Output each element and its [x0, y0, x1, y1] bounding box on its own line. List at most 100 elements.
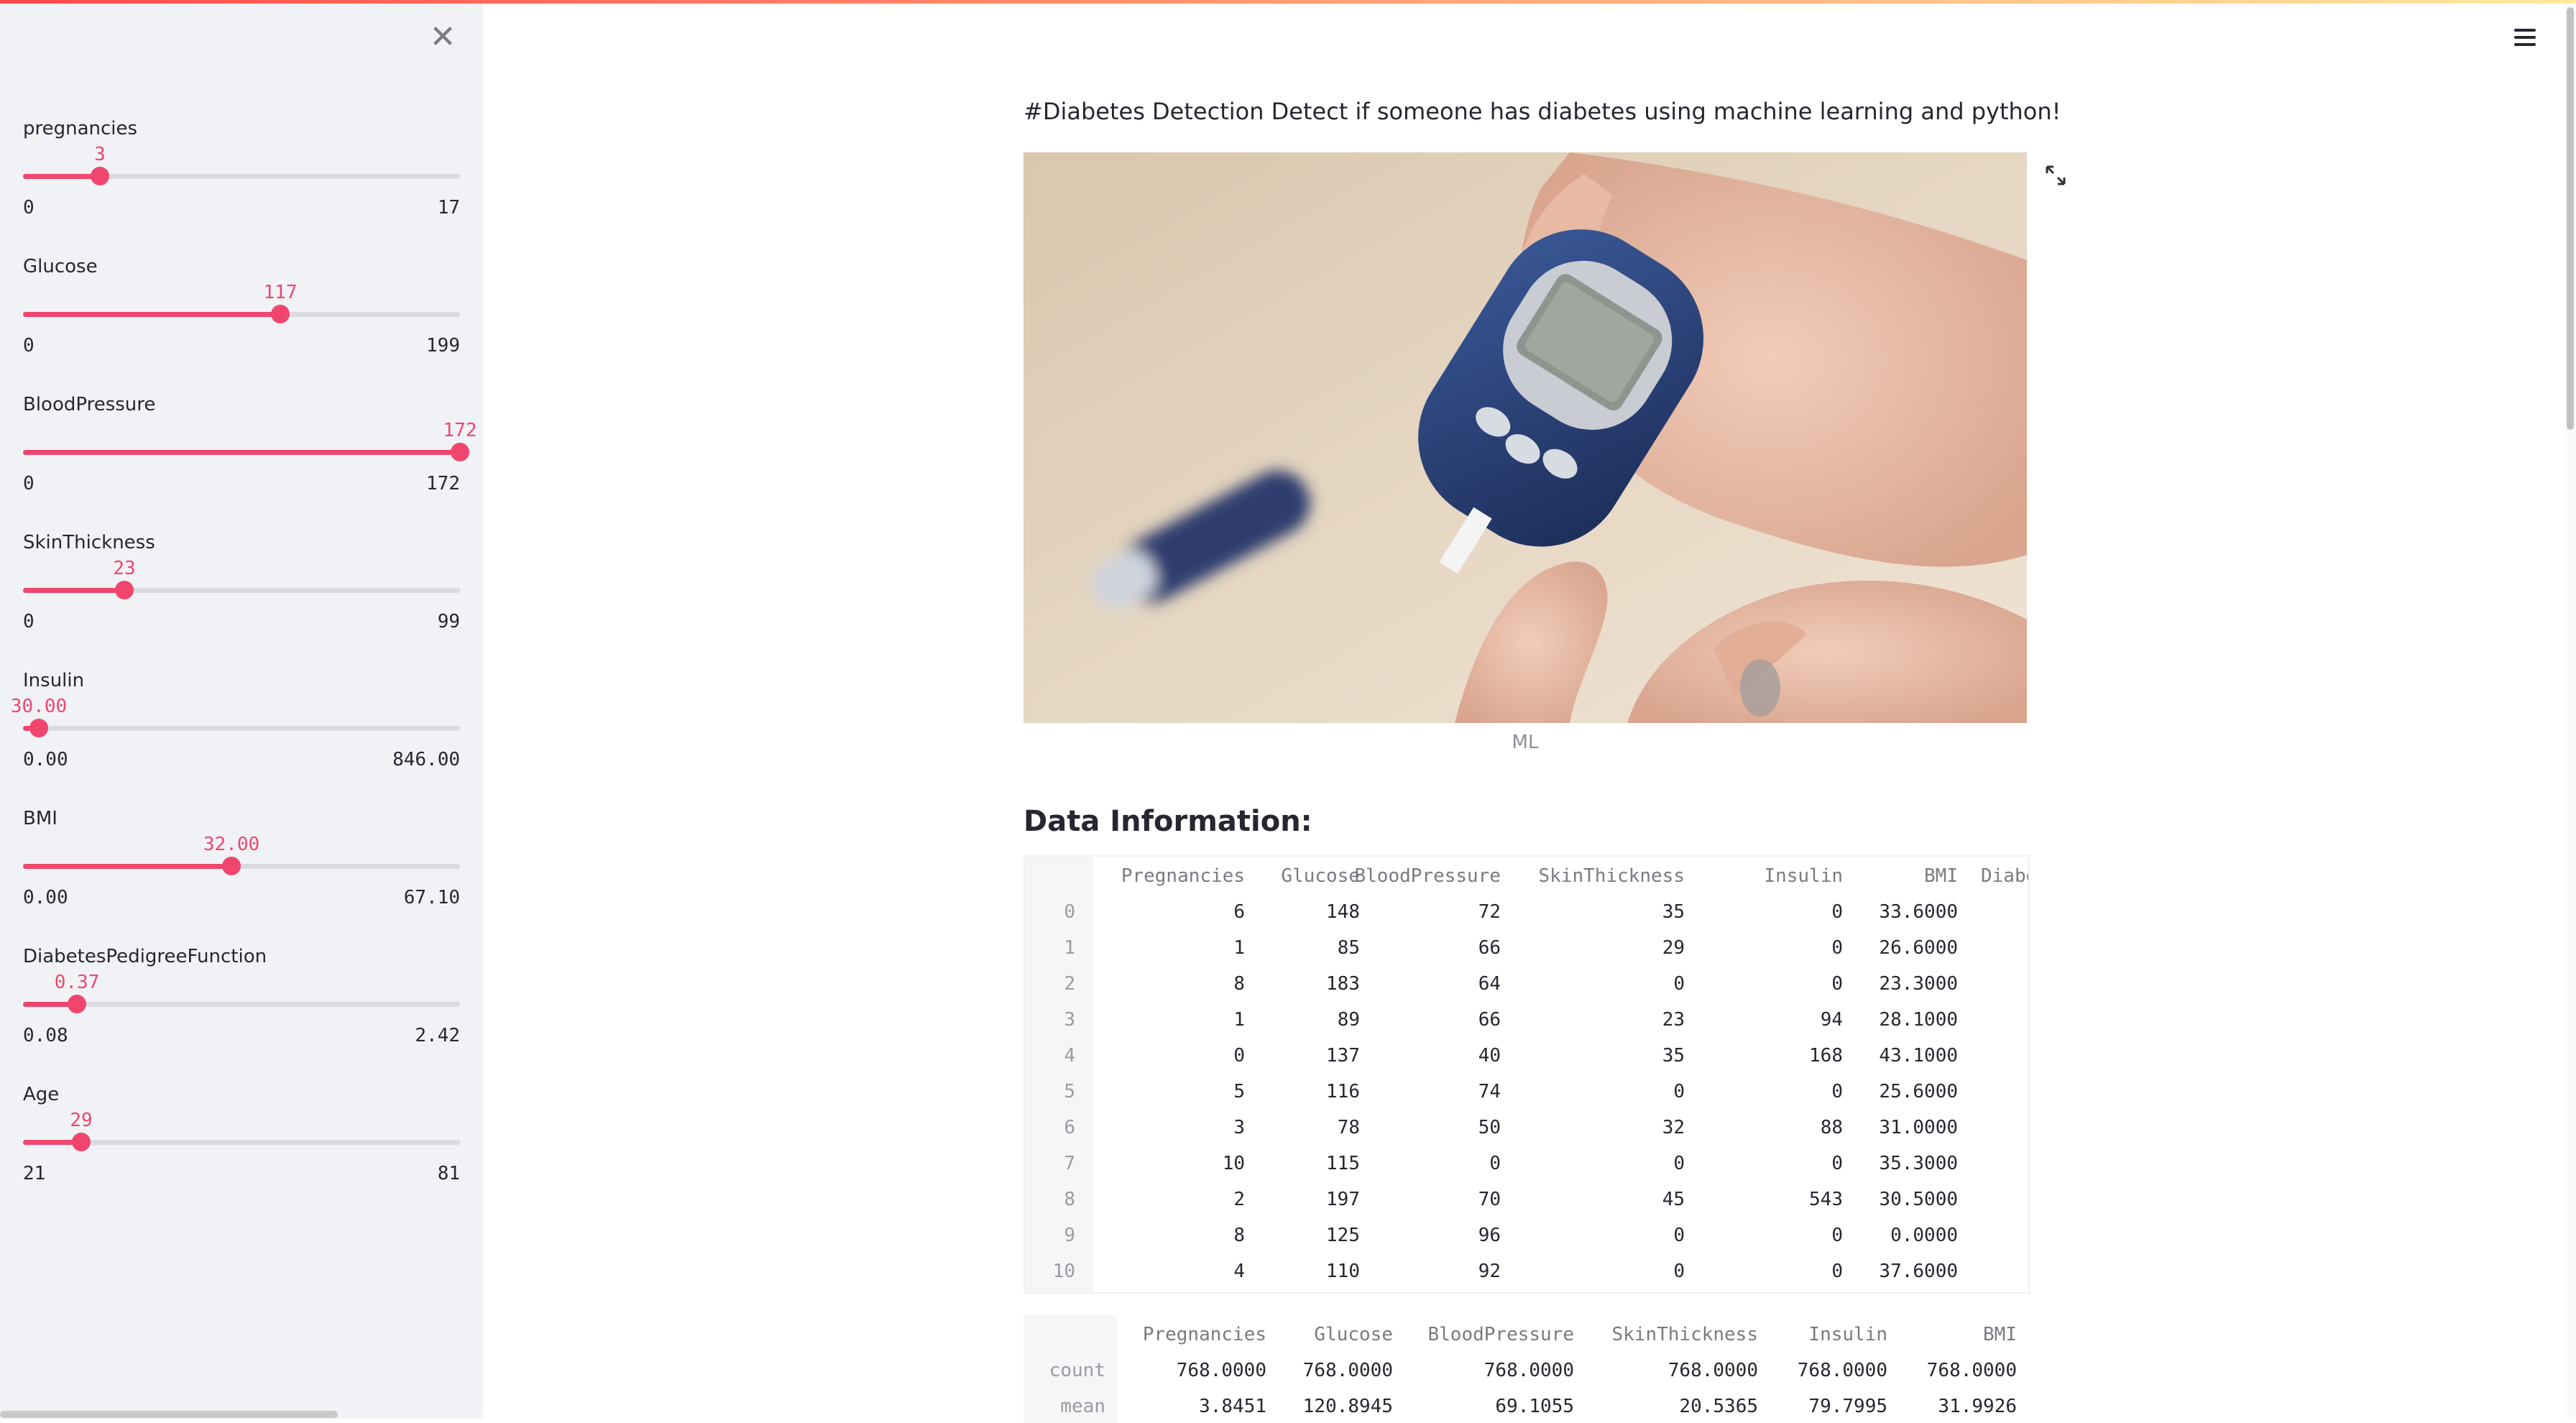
- slider-bmi[interactable]: BMI 32.00 0.00 67.10: [23, 808, 460, 937]
- table-cell: 0: [1673, 1081, 1685, 1102]
- slider-insulin[interactable]: Insulin 30.00 0.00 846.00: [11, 670, 460, 799]
- slider-thumb[interactable]: [91, 167, 109, 185]
- table-cell: 66: [1478, 937, 1501, 959]
- column-header[interactable]: BloodPressure: [1355, 865, 1501, 887]
- table-row[interactable]: count 768.0000 768.0000 768.0000 768.0000 768…: [1024, 1351, 2027, 1387]
- table-cell: 2: [1233, 1189, 1245, 1210]
- row-index: 9: [1064, 1225, 1075, 1246]
- row-index: 2: [1064, 973, 1075, 995]
- slider-thumb[interactable]: [68, 995, 86, 1013]
- table-cell: 28.1000: [1879, 1009, 1958, 1031]
- column-header[interactable]: BMI: [1924, 865, 1958, 887]
- table-cell: 120.8945: [1302, 1396, 1393, 1417]
- table-row[interactable]: 9 8 125 96 0 0 0.0000: [1025, 1216, 2028, 1252]
- column-header[interactable]: Insulin: [1808, 1324, 1887, 1345]
- table-cell: 23.3000: [1879, 973, 1958, 995]
- column-header[interactable]: Diabe: [1981, 865, 2028, 887]
- slider-track[interactable]: [23, 581, 460, 599]
- table-cell: 32: [1662, 1117, 1685, 1138]
- slider-skinthickness[interactable]: SkinThickness 23 0 99: [23, 532, 460, 661]
- slider-thumb[interactable]: [29, 719, 48, 737]
- close-icon[interactable]: ✕: [426, 20, 460, 55]
- slider-value: 172: [443, 420, 477, 441]
- table-row[interactable]: 3 1 89 66 23 94 28.1000: [1025, 1000, 2028, 1036]
- slider-min: 0.00: [23, 749, 68, 770]
- slider-diabetespedigreefunction[interactable]: DiabetesPedigreeFunction 0.37 0.08 2.42: [23, 946, 460, 1075]
- table-row[interactable]: 4 0 137 40 35 168 43.1000: [1025, 1036, 2028, 1072]
- slider-age[interactable]: Age 29 21 81: [23, 1084, 460, 1213]
- table-row[interactable]: mean 3.8451 120.8945 69.1055 20.5365 79.7995 3…: [1024, 1387, 2027, 1423]
- table-cell: 116: [1326, 1081, 1360, 1102]
- describe-table[interactable]: Pregnancies Glucose BloodPressure SkinThick…: [1024, 1315, 2027, 1423]
- table-row[interactable]: 10 4 110 92 0 0 37.6000: [1025, 1252, 2028, 1288]
- slider-thumb[interactable]: [115, 581, 134, 599]
- slider-fill: [23, 864, 231, 869]
- table-cell: 0: [1831, 1225, 1843, 1246]
- slider-thumb[interactable]: [222, 857, 241, 875]
- column-header[interactable]: Glucose: [1281, 865, 1360, 887]
- table-row[interactable]: 2 8 183 64 0 0 23.3000: [1025, 964, 2028, 1000]
- table-cell: 768.0000: [1797, 1360, 1887, 1381]
- slider-track[interactable]: [23, 443, 469, 461]
- slider-track[interactable]: [23, 167, 460, 185]
- slider-min: 21: [23, 1163, 46, 1184]
- slider-value: 117: [263, 282, 298, 303]
- sidebar: ✕ pregnancies 3 0 17 Glucose 117 0 199 BloodPres…: [0, 0, 483, 1419]
- table-cell: 0: [1831, 973, 1843, 995]
- slider-glucose[interactable]: Glucose 117 0 199: [23, 256, 460, 385]
- table-cell: 3.8451: [1199, 1396, 1266, 1417]
- slider-thumb[interactable]: [72, 1133, 91, 1151]
- slider-max: 172: [426, 473, 460, 494]
- table-cell: 110: [1326, 1261, 1360, 1282]
- table-cell: 768.0000: [1176, 1360, 1266, 1381]
- column-header[interactable]: Pregnancies: [1143, 1324, 1266, 1345]
- column-header[interactable]: Glucose: [1314, 1324, 1393, 1345]
- row-index: 4: [1064, 1045, 1075, 1067]
- slider-max: 846.00: [392, 749, 460, 770]
- slider-track[interactable]: [23, 305, 460, 323]
- column-header[interactable]: Pregnancies: [1121, 865, 1245, 887]
- slider-min: 0: [23, 611, 34, 632]
- table-row[interactable]: 1 1 85 66 29 0 26.6000: [1025, 929, 2028, 964]
- data-table[interactable]: Pregnancies Glucose BloodPressure SkinThick…: [1024, 855, 2030, 1294]
- column-header[interactable]: SkinThickness: [1539, 865, 1685, 887]
- column-header[interactable]: BloodPressure: [1428, 1324, 1575, 1345]
- table-cell: 35: [1662, 901, 1685, 923]
- column-header[interactable]: SkinThickness: [1612, 1324, 1759, 1345]
- column-header[interactable]: BMI: [1983, 1324, 2017, 1345]
- table-cell: 31.9926: [1938, 1396, 2017, 1417]
- table-cell: 0: [1673, 1225, 1685, 1246]
- table-row[interactable]: 8 2 197 70 45 543 30.5000: [1025, 1180, 2028, 1216]
- table-cell: 0: [1673, 1261, 1685, 1282]
- table-cell: 89: [1337, 1009, 1360, 1031]
- slider-pregnancies[interactable]: pregnancies 3 0 17: [23, 118, 460, 247]
- table-cell: 78: [1337, 1117, 1360, 1138]
- expand-icon[interactable]: [2043, 162, 2069, 188]
- slider-track[interactable]: [23, 857, 460, 875]
- slider-track[interactable]: [23, 719, 460, 737]
- image-caption: ML: [1512, 732, 1539, 753]
- table-cell: 0: [1673, 973, 1685, 995]
- table-cell: 94: [1820, 1009, 1843, 1031]
- table-row[interactable]: 0 6 148 72 35 0 33.6000: [1025, 893, 2028, 929]
- scrollbar-thumb[interactable]: [2567, 7, 2574, 430]
- slider-value: 32.00: [203, 834, 260, 855]
- column-header[interactable]: Insulin: [1764, 865, 1843, 887]
- slider-thumb[interactable]: [271, 305, 290, 323]
- table-row[interactable]: 6 3 78 50 32 88 31.0000: [1025, 1108, 2028, 1144]
- slider-track[interactable]: [23, 1133, 460, 1151]
- hamburger-menu-icon[interactable]: [2511, 24, 2540, 53]
- table-cell: 768.0000: [1668, 1360, 1758, 1381]
- table-cell: 0: [1673, 1153, 1685, 1174]
- slider-thumb[interactable]: [451, 443, 469, 461]
- slider-bloodpressure[interactable]: BloodPressure 172 0 172: [23, 394, 477, 523]
- horizontal-scrollbar[interactable]: [0, 1411, 338, 1418]
- table-row[interactable]: 7 10 115 0 0 0 35.3000: [1025, 1144, 2028, 1180]
- row-index: 5: [1064, 1081, 1075, 1102]
- table-row[interactable]: 5 5 116 74 0 0 25.6000: [1025, 1072, 2028, 1108]
- table-cell: 69.1055: [1495, 1396, 1574, 1417]
- vertical-scrollbar[interactable]: [2564, 0, 2576, 1419]
- slider-track[interactable]: [23, 995, 460, 1013]
- table-cell: 50: [1478, 1117, 1501, 1138]
- table-cell: 0.0000: [1890, 1225, 1958, 1246]
